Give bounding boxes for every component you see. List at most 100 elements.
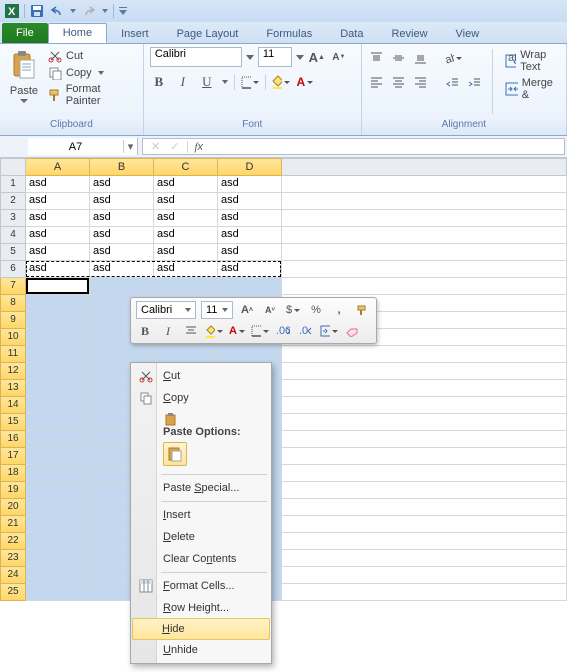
cell[interactable]: asd [26,210,90,227]
mini-format-painter-icon[interactable] [353,301,371,319]
mini-currency-button[interactable]: $ [284,301,302,319]
row-header[interactable]: 22 [0,533,26,550]
cell[interactable] [26,567,90,584]
mini-grow-font-icon[interactable]: A˄ [238,301,256,319]
tab-formulas[interactable]: Formulas [252,25,326,43]
align-center-icon[interactable] [390,73,408,91]
decrease-indent-icon[interactable] [444,73,462,91]
cell[interactable]: asd [26,227,90,244]
cell[interactable]: asd [90,244,154,261]
cell[interactable] [282,550,567,567]
orientation-icon[interactable]: ab [444,49,462,67]
borders-button[interactable] [241,73,259,91]
menu-paste-option[interactable] [133,440,269,472]
mini-font-size[interactable]: 11 [201,301,233,319]
cell[interactable] [282,465,567,482]
row-header[interactable]: 20 [0,499,26,516]
mini-shrink-font-icon[interactable]: A˅ [261,301,279,319]
row-header[interactable]: 19 [0,482,26,499]
row-header[interactable]: 11 [0,346,26,363]
cell[interactable]: asd [218,244,282,261]
font-size-select[interactable]: 11 [258,47,292,67]
tab-review[interactable]: Review [377,25,441,43]
menu-format-cells[interactable]: Format Cells... [133,575,269,597]
cell[interactable] [282,363,567,380]
name-box-dropdown-icon[interactable]: ▾ [123,140,137,153]
cell[interactable] [26,465,90,482]
cell[interactable] [26,516,90,533]
cell[interactable] [218,278,282,295]
cell[interactable] [282,499,567,516]
italic-button[interactable]: I [174,73,192,91]
cell[interactable] [26,431,90,448]
cell[interactable] [90,346,154,363]
cell[interactable] [282,567,567,584]
cell[interactable] [26,584,90,601]
font-color-button[interactable]: A [296,73,314,91]
cell[interactable] [26,397,90,414]
cell[interactable]: asd [154,210,218,227]
tab-home[interactable]: Home [48,23,107,43]
row-header[interactable]: 13 [0,380,26,397]
cell[interactable] [282,431,567,448]
tab-file[interactable]: File [2,23,48,43]
tab-insert[interactable]: Insert [107,25,163,43]
row-header[interactable]: 7 [0,278,26,295]
cell[interactable] [282,533,567,550]
cell[interactable] [26,380,90,397]
paste-button[interactable] [8,49,40,83]
cell[interactable] [26,295,90,312]
cell[interactable] [26,499,90,516]
bold-button[interactable]: B [150,73,168,91]
save-icon[interactable] [29,3,45,19]
row-header[interactable]: 8 [0,295,26,312]
cell[interactable]: asd [90,227,154,244]
mini-font-color-button[interactable]: A [228,322,246,340]
row-header[interactable]: 18 [0,465,26,482]
cell[interactable]: asd [90,176,154,193]
cell[interactable]: asd [26,193,90,210]
mini-fill-color-button[interactable] [205,322,223,340]
cell[interactable]: asd [218,176,282,193]
cell[interactable] [90,278,154,295]
row-header[interactable]: 5 [0,244,26,261]
cell[interactable]: asd [218,210,282,227]
row-header[interactable]: 4 [0,227,26,244]
cell[interactable] [26,448,90,465]
menu-copy[interactable]: Copy [133,387,269,409]
row-header[interactable]: 2 [0,193,26,210]
row-header[interactable]: 25 [0,584,26,601]
mini-increase-decimal-icon[interactable]: .00 [274,322,292,340]
cell[interactable] [26,278,90,295]
cell[interactable] [282,278,567,295]
cell[interactable] [154,278,218,295]
cell[interactable]: asd [154,193,218,210]
undo-dropdown-icon[interactable] [69,3,77,19]
align-left-icon[interactable] [368,73,386,91]
fill-color-button[interactable] [272,73,290,91]
mini-bold-button[interactable]: B [136,322,154,340]
cell[interactable]: asd [26,261,90,278]
worksheet-grid[interactable]: ABCD1asdasdasdasd2asdasdasdasd3asdasdasd… [0,158,567,601]
cell[interactable]: asd [154,176,218,193]
mini-percent-button[interactable]: % [307,301,325,319]
cell[interactable] [282,516,567,533]
column-header[interactable]: D [218,158,282,176]
row-header[interactable]: 15 [0,414,26,431]
row-header[interactable]: 10 [0,329,26,346]
mini-font-name[interactable]: Calibri [136,301,196,319]
cell[interactable] [282,482,567,499]
column-header[interactable] [282,158,567,176]
paste-dropdown-icon[interactable] [20,99,28,103]
cell[interactable] [282,261,567,278]
cell[interactable]: asd [90,193,154,210]
row-header[interactable]: 23 [0,550,26,567]
cell[interactable] [282,176,567,193]
cell[interactable] [26,533,90,550]
align-middle-icon[interactable] [390,49,408,67]
increase-indent-icon[interactable] [466,73,484,91]
chevron-down-icon[interactable] [246,48,254,66]
menu-hide[interactable]: Hide [132,618,270,640]
row-header[interactable]: 12 [0,363,26,380]
row-header[interactable]: 24 [0,567,26,584]
